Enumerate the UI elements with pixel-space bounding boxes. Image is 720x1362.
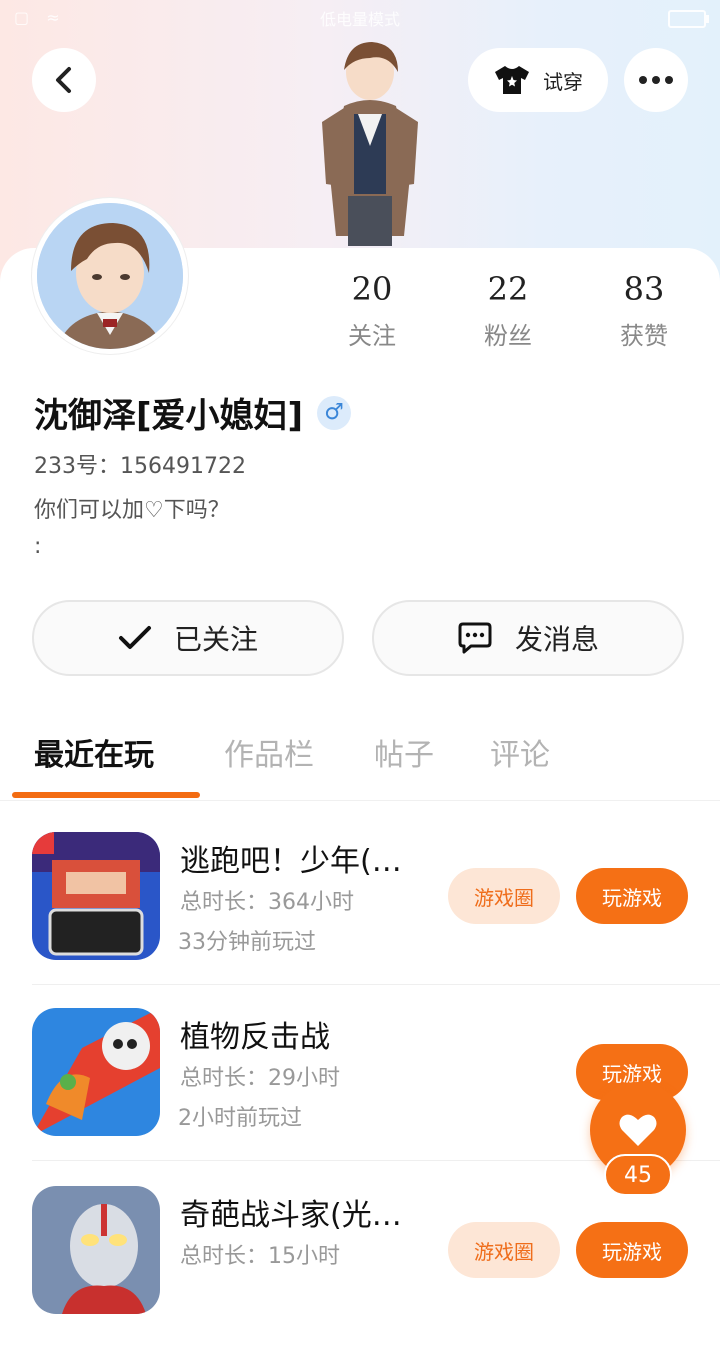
back-button[interactable] (32, 48, 96, 112)
follow-button[interactable]: 已关注 (32, 600, 344, 676)
message-button[interactable]: 发消息 (372, 600, 684, 676)
game-icon[interactable] (32, 1186, 160, 1314)
message-label: 发消息 (514, 623, 599, 656)
try-on-label: 试穿 (543, 69, 583, 94)
play-game-button[interactable]: 玩游戏 (576, 1222, 688, 1278)
chat-bubble-icon (458, 622, 492, 654)
active-tab-indicator (12, 792, 200, 798)
stat-following[interactable]: 20 关注 (312, 270, 432, 351)
stat-following-value: 20 (351, 270, 393, 308)
stat-followers-value: 22 (487, 270, 529, 308)
tab-works[interactable]: 作品栏 (224, 730, 314, 774)
game-last-played: 33分钟前玩过 (178, 930, 316, 955)
tab-recently-played[interactable]: 最近在玩 (34, 730, 154, 774)
game-circle-button[interactable]: 游戏圈 (448, 1222, 560, 1278)
game-duration: 总时长：364小时 (180, 890, 354, 915)
status-center-text: 低电量模式 (319, 10, 400, 29)
status-bar: ▢ ≈ 低电量模式 (0, 6, 720, 30)
game-title: 植物反击战 (180, 1020, 330, 1055)
male-icon: ♂ (317, 395, 352, 430)
divider (32, 984, 720, 985)
name-row: 沈御泽[爱小媳妇] ♂ (34, 388, 352, 437)
game-item[interactable]: 逃跑吧！少年(… 总时长：364小时 33分钟前玩过 游戏圈 玩游戏 (32, 832, 720, 1008)
game-title: 逃跑吧！少年(… (180, 844, 402, 879)
user-name: 沈御泽[爱小媳妇] (34, 396, 304, 436)
game-title: 奇葩战斗家(光… (180, 1198, 402, 1233)
profile-stats: 20 关注 22 粉丝 83 获赞 (300, 270, 720, 360)
stat-likes-label: 获赞 (620, 322, 668, 350)
stat-followers-label: 粉丝 (484, 322, 532, 350)
try-on-button[interactable]: 试穿 (468, 48, 608, 112)
game-duration: 总时长：29小时 (180, 1066, 340, 1091)
more-button[interactable] (624, 48, 688, 112)
game-last-played: 2小时前玩过 (178, 1106, 302, 1131)
tshirt-icon (495, 66, 529, 94)
user-bio-extra: : (34, 534, 42, 559)
user-bio: 你们可以加♡下吗？ (34, 498, 230, 523)
heart-icon (619, 1114, 657, 1146)
avatar-portrait-image (37, 203, 183, 349)
profile-tabs: 最近在玩 作品栏 帖子 评论 (0, 724, 720, 801)
stat-followers[interactable]: 22 粉丝 (448, 270, 568, 351)
more-horizontal-icon (639, 76, 673, 84)
user-id: 233号：156491722 (34, 454, 246, 479)
stat-following-label: 关注 (348, 322, 396, 350)
like-count: 45 (604, 1154, 672, 1196)
stat-likes-value: 83 (623, 270, 665, 308)
play-game-button[interactable]: 玩游戏 (576, 868, 688, 924)
chevron-left-icon (56, 67, 71, 93)
stat-likes[interactable]: 83 获赞 (584, 270, 704, 351)
avatar-full-body-figure (300, 36, 440, 251)
check-icon (118, 626, 151, 649)
game-icon[interactable] (32, 1008, 160, 1136)
follow-label: 已关注 (173, 623, 258, 656)
game-item[interactable]: 奇葩战斗家(光… 总时长：15小时 游戏圈 玩游戏 (32, 1186, 720, 1362)
avatar[interactable] (32, 198, 188, 354)
game-duration: 总时长：15小时 (180, 1244, 340, 1269)
battery-icon (668, 10, 709, 28)
tab-posts[interactable]: 帖子 (374, 730, 434, 774)
tab-comments[interactable]: 评论 (490, 730, 550, 774)
game-circle-button[interactable]: 游戏圈 (448, 868, 560, 924)
game-icon[interactable] (32, 832, 160, 960)
